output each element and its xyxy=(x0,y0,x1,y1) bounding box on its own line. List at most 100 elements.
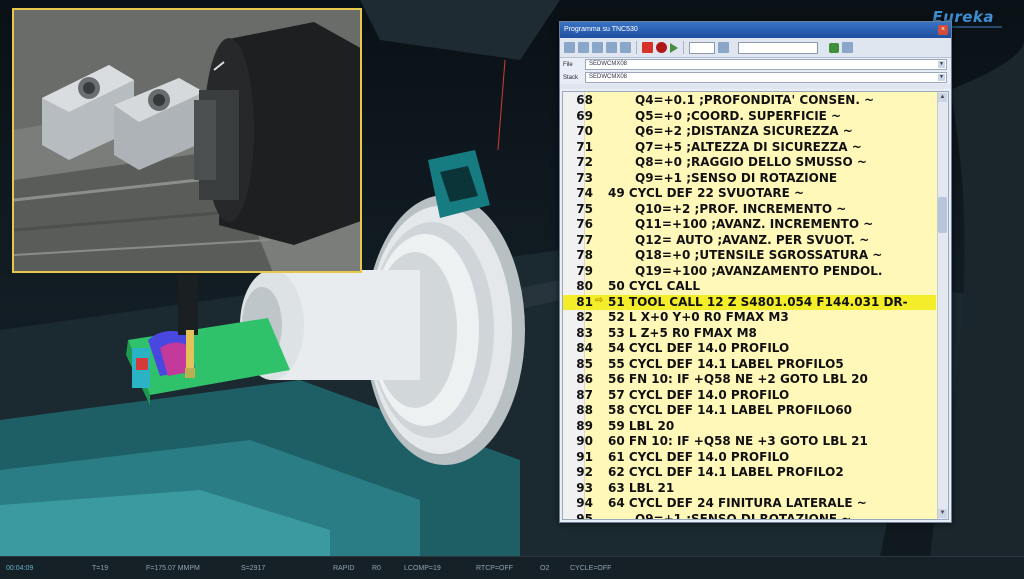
file-value: SEDWCMX08 xyxy=(589,61,628,67)
program-line[interactable]: 81 ⇨ 51 TOOL CALL 12 Z S4801.054 F144.031 … xyxy=(563,294,936,310)
line-number: 68 xyxy=(576,93,593,107)
machining-photo xyxy=(14,10,360,271)
search-icon[interactable] xyxy=(718,42,729,53)
program-line[interactable]: 85 55 CYCL DEF 14.1 LABEL PROFILO5 xyxy=(563,357,936,373)
stack-field[interactable]: SEDWCMX08 ▼ xyxy=(585,72,947,83)
line-text: 50 CYCL CALL xyxy=(608,279,700,293)
program-line[interactable]: 77 Q12= AUTO ;AVANZ. PER SVUOT. ~ xyxy=(563,233,936,249)
program-line[interactable]: 87 57 CYCL DEF 14.0 PROFILO xyxy=(563,388,936,404)
program-line[interactable]: 83 53 L Z+5 R0 FMAX M8 xyxy=(563,326,936,342)
line-text: Q18=+0 ;UTENSILE SGROSSATURA ~ xyxy=(635,248,883,262)
program-line[interactable]: 80 50 CYCL CALL xyxy=(563,279,936,295)
status-time: 00:04:09 xyxy=(6,565,34,572)
status-speed: S=2917 xyxy=(241,565,266,572)
scroll-down-icon[interactable]: ▼ xyxy=(938,509,947,518)
window-titlebar[interactable]: Programma su TNC530 × xyxy=(560,22,951,38)
line-text: Q12= AUTO ;AVANZ. PER SVUOT. ~ xyxy=(635,232,870,247)
line-text: Q19=+100 ;AVANZAMENTO PENDOL. xyxy=(635,263,883,278)
chevron-down-icon[interactable]: ▼ xyxy=(938,74,945,81)
line-text: Q7=+5 ;ALTEZZA DI SICUREZZA ~ xyxy=(635,139,862,154)
program-line[interactable]: 78 Q18=+0 ;UTENSILE SGROSSATURA ~ xyxy=(563,248,936,264)
program-line[interactable]: 90 60 FN 10: IF +Q58 NE +3 GOTO LBL 21 xyxy=(563,434,936,450)
program-listing[interactable]: 68 Q4=+0.1 ;PROFONDITA' CONSEN. ~ 69 Q5=+0 … xyxy=(562,91,949,520)
file-row: File SEDWCMX08 ▼ xyxy=(560,58,951,71)
new-icon[interactable] xyxy=(592,42,603,53)
line-text: 57 CYCL DEF 14.0 PROFILO xyxy=(608,387,790,402)
line-number: 78 xyxy=(576,248,593,262)
program-line[interactable]: 91 61 CYCL DEF 14.0 PROFILO xyxy=(563,450,936,466)
stack-value: SEDWCMX08 xyxy=(589,74,628,80)
stack-label: Stack xyxy=(563,74,579,81)
program-line[interactable]: 74 49 CYCL DEF 22 SVUOTARE ~ xyxy=(563,186,936,202)
record-icon[interactable] xyxy=(656,42,667,53)
go-up-icon[interactable] xyxy=(829,42,839,53)
status-radius: R0 xyxy=(372,565,381,572)
line-number: 74 xyxy=(576,186,593,200)
program-select[interactable] xyxy=(738,41,818,54)
vertical-scrollbar[interactable]: ▲ ▼ xyxy=(937,92,948,519)
program-line[interactable]: 70 Q6=+2 ;DISTANZA SICUREZZA ~ xyxy=(563,124,936,140)
scroll-thumb[interactable] xyxy=(938,197,947,233)
line-text: 61 CYCL DEF 14.0 PROFILO xyxy=(608,449,790,464)
line-number-input[interactable] xyxy=(689,41,715,54)
line-text: 54 CYCL DEF 14.0 PROFILO xyxy=(608,341,790,355)
program-line[interactable]: 71 Q7=+5 ;ALTEZZA DI SICUREZZA ~ xyxy=(563,140,936,156)
program-line[interactable]: 79 Q19=+100 ;AVANZAMENTO PENDOL. xyxy=(563,264,936,280)
line-number: 69 xyxy=(576,108,593,123)
line-number: 71 xyxy=(576,139,593,154)
line-text: 62 CYCL DEF 14.1 LABEL PROFILO2 xyxy=(608,465,844,479)
toolbar-divider xyxy=(683,41,684,54)
window-toolbar xyxy=(560,38,951,58)
copy-icon[interactable] xyxy=(606,42,617,53)
line-number: 89 xyxy=(576,418,593,433)
window-title: Programma su TNC530 xyxy=(564,26,638,33)
close-icon[interactable]: × xyxy=(938,25,948,35)
line-number: 95 xyxy=(576,511,593,520)
program-line[interactable]: 69 Q5=+0 ;COORD. SUPERFICIE ~ xyxy=(563,109,936,125)
status-lcomp: LCOMP=19 xyxy=(404,565,441,572)
status-mode: RAPID xyxy=(333,565,355,572)
line-number: 70 xyxy=(576,124,593,138)
program-line[interactable]: 82 52 L X+0 Y+0 R0 FMAX M3 xyxy=(563,310,936,326)
program-line[interactable]: 94 64 CYCL DEF 24 FINITURA LATERALE ~ xyxy=(563,496,936,512)
program-line[interactable]: 75 Q10=+2 ;PROF. INCREMENTO ~ xyxy=(563,202,936,218)
line-number: 93 xyxy=(576,480,593,495)
scroll-up-icon[interactable]: ▲ xyxy=(938,93,947,102)
line-text: 52 L X+0 Y+0 R0 FMAX M3 xyxy=(608,310,789,324)
status-feed: F=175.07 MMPM xyxy=(146,565,200,572)
program-window[interactable]: Programma su TNC530 × File SEDWCMX08 ▼ St… xyxy=(559,21,952,523)
stop-icon[interactable] xyxy=(642,42,653,53)
line-text: Q8=+0 ;RAGGIO DELLO SMUSSO ~ xyxy=(635,155,867,169)
program-line[interactable]: 93 63 LBL 21 xyxy=(563,481,936,497)
program-line[interactable]: 73 Q9=+1 ;SENSO DI ROTAZIONE xyxy=(563,171,936,187)
save-icon[interactable] xyxy=(564,42,575,53)
paste-icon[interactable] xyxy=(620,42,631,53)
program-line[interactable]: 89 59 LBL 20 xyxy=(563,419,936,435)
line-text: 60 FN 10: IF +Q58 NE +3 GOTO LBL 21 xyxy=(608,434,868,448)
line-text: Q10=+2 ;PROF. INCREMENTO ~ xyxy=(635,201,847,216)
status-rtcp: RTCP=OFF xyxy=(476,565,514,572)
zoom-icon[interactable] xyxy=(842,42,853,53)
line-text: 55 CYCL DEF 14.1 LABEL PROFILO5 xyxy=(608,356,844,371)
program-line[interactable]: 86 56 FN 10: IF +Q58 NE +2 GOTO LBL 20 xyxy=(563,372,936,388)
line-number: 90 xyxy=(576,434,593,448)
line-number: 87 xyxy=(576,387,593,402)
program-line[interactable]: 95 Q9=+1 ;SENSO DI ROTAZIONE ~ xyxy=(563,511,936,520)
line-text: 49 CYCL DEF 22 SVUOTARE ~ xyxy=(608,186,805,200)
program-line[interactable]: 88 58 CYCL DEF 14.1 LABEL PROFILO60 xyxy=(563,403,936,419)
program-line[interactable]: 76 Q11=+100 ;AVANZ. INCREMENTO ~ xyxy=(563,217,936,233)
line-text: 64 CYCL DEF 24 FINITURA LATERALE ~ xyxy=(608,496,867,510)
line-text: Q6=+2 ;DISTANZA SICUREZZA ~ xyxy=(635,124,853,138)
file-field[interactable]: SEDWCMX08 ▼ xyxy=(585,59,947,70)
open-icon[interactable] xyxy=(578,42,589,53)
program-line[interactable]: 84 54 CYCL DEF 14.0 PROFILO xyxy=(563,341,936,357)
play-icon[interactable] xyxy=(670,42,678,53)
program-line[interactable]: 72 Q8=+0 ;RAGGIO DELLO SMUSSO ~ xyxy=(563,155,936,171)
line-text: 58 CYCL DEF 14.1 LABEL PROFILO60 xyxy=(608,403,853,417)
chevron-down-icon[interactable]: ▼ xyxy=(938,61,945,68)
line-number: 73 xyxy=(576,170,593,185)
line-number: 82 xyxy=(576,310,593,324)
line-number: 88 xyxy=(576,403,593,417)
program-line[interactable]: 68 Q4=+0.1 ;PROFONDITA' CONSEN. ~ xyxy=(563,93,936,109)
program-line[interactable]: 92 62 CYCL DEF 14.1 LABEL PROFILO2 xyxy=(563,465,936,481)
